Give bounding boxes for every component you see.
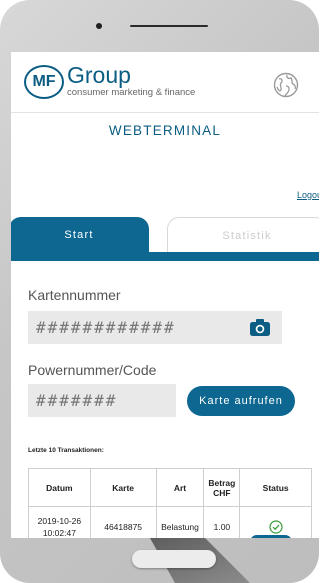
row-date: 2019-10-26 [37, 515, 82, 526]
row-type: Belastung [155, 506, 205, 538]
camera-icon[interactable] [249, 318, 271, 337]
logo-text: Group consumer marketing & finance [67, 63, 195, 98]
power-code-input[interactable]: ####### [28, 384, 176, 417]
column-header-status: Status [239, 468, 312, 507]
row-status [239, 506, 312, 538]
row-time: 10:02:47 [42, 527, 76, 538]
transactions-table: Datum Karte Art Betrag CHF Status 2019-1… [28, 468, 312, 538]
table-row[interactable]: 2019-10-26 10:02:47 46418875 Belastung 1… [28, 506, 312, 538]
home-button[interactable] [132, 550, 216, 568]
logo-initials: MF [24, 65, 64, 99]
camera-dot [96, 23, 102, 29]
card-number-label: Kartennummer [28, 287, 121, 303]
power-code-label: Powernummer/Code [28, 362, 157, 378]
row-amount: 1.00 [203, 506, 241, 538]
recent-transactions-title: Letzte 10 Transaktionen: [28, 447, 104, 454]
logo-tagline: consumer marketing & finance [67, 87, 196, 98]
page-title: WEBTERMINAL [108, 123, 222, 138]
tab-underline-bar [11, 252, 319, 261]
header-divider [11, 112, 319, 113]
card-number-input[interactable]: ############ [28, 311, 282, 344]
check-circle-icon [269, 519, 283, 534]
row-date-cell: 2019-10-26 10:02:47 [28, 506, 91, 538]
column-header-amount: Betrag CHF [203, 468, 241, 507]
tab-start[interactable]: Start [11, 217, 149, 253]
open-card-button[interactable]: Karte aufrufen [187, 386, 295, 416]
logout-link[interactable]: Logou [297, 190, 319, 200]
row-card: 46418875 [89, 506, 157, 538]
tab-statistik[interactable]: Statistik [167, 217, 319, 253]
brand-logo[interactable]: MF Group consumer marketing & finance [24, 63, 195, 103]
column-header-type: Art [155, 468, 205, 507]
speaker-slot [130, 25, 208, 27]
column-header-date: Datum [28, 468, 91, 507]
column-header-card: Karte [89, 468, 157, 507]
globe-icon[interactable] [273, 72, 299, 98]
phone-frame: MF Group consumer marketing & finance WE… [0, 0, 319, 583]
app-screen: MF Group consumer marketing & finance WE… [11, 52, 319, 538]
logo-name: Group [67, 62, 131, 88]
table-header-row: Datum Karte Art Betrag CHF Status [28, 468, 312, 507]
phone-top-bezel [0, 0, 319, 52]
